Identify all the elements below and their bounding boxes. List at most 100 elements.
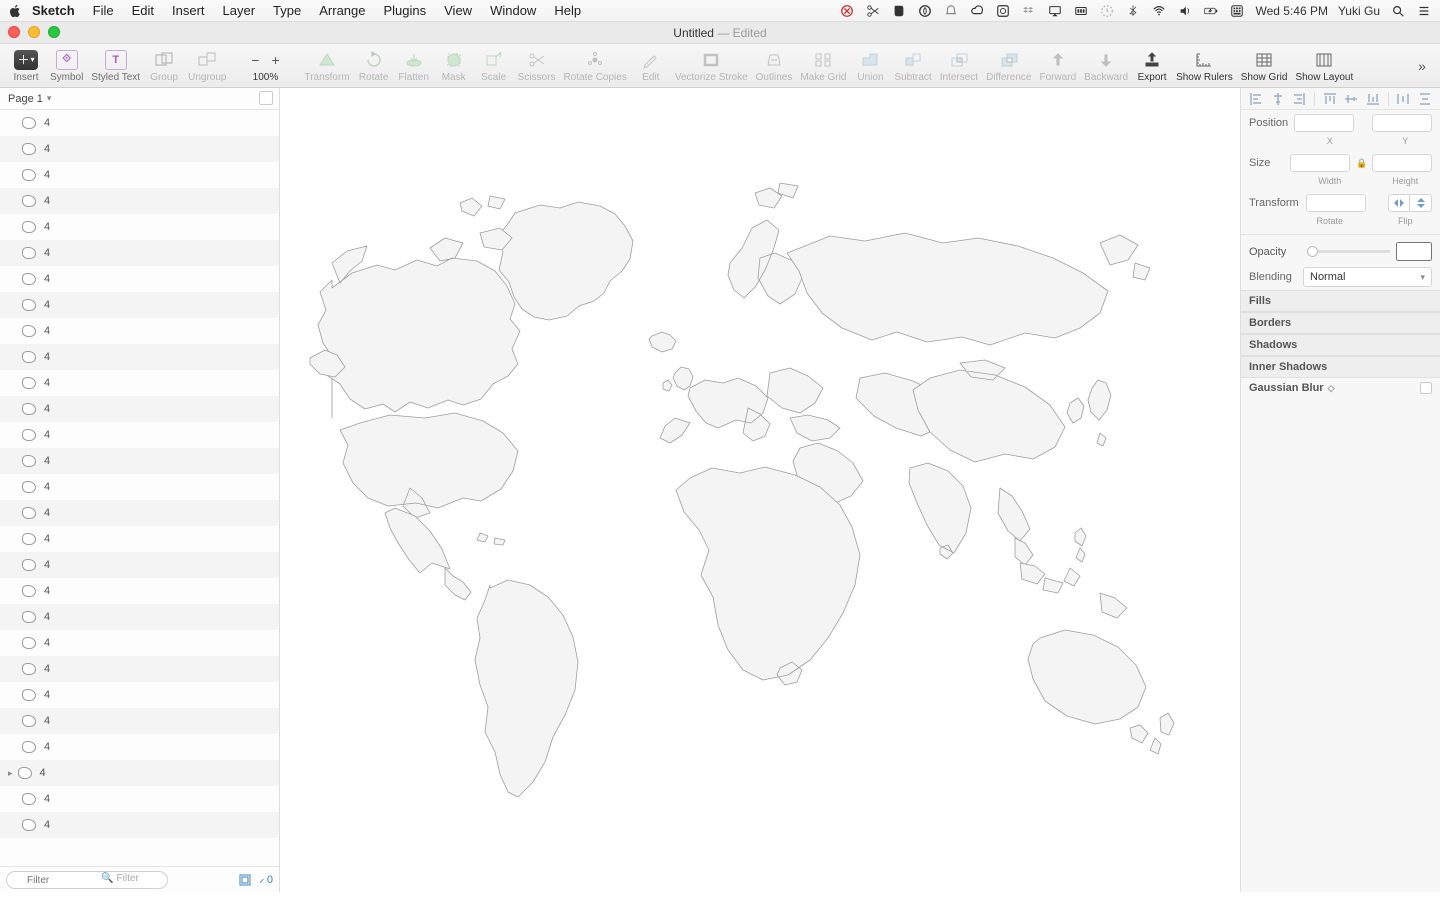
layer-item[interactable]: 4 [0,136,279,162]
position-y-input[interactable] [1372,114,1432,132]
airplay-status-icon[interactable] [1047,3,1063,19]
menu-layer[interactable]: Layer [223,3,256,18]
gaussian-blur-checkbox[interactable] [1420,382,1432,394]
menubar-user[interactable]: Yuki Gu [1338,4,1380,18]
timemachine-status-icon[interactable] [1099,3,1115,19]
page-selector[interactable]: Page 1 ▾ [0,88,279,110]
layer-item[interactable]: 4 [0,682,279,708]
layer-item[interactable]: 4 [0,292,279,318]
toolbar-subtract[interactable]: Subtract [890,47,935,85]
volume-status-icon[interactable] [1177,3,1193,19]
layer-item[interactable]: 4 [0,604,279,630]
status-app-icon-1[interactable] [839,3,855,19]
toolbar-scale[interactable]: Scale [474,47,514,85]
zoom-in-icon[interactable]: + [271,52,279,68]
toolbar-make-grid[interactable]: Make Grid [796,47,850,85]
toolbar-styled-text[interactable]: T Styled Text [87,47,144,85]
dropbox-status-icon[interactable] [1021,3,1037,19]
opacity-slider[interactable] [1309,250,1390,253]
menu-arrange[interactable]: Arrange [319,3,365,18]
menu-insert[interactable]: Insert [172,3,205,18]
layer-item[interactable]: 4 [0,500,279,526]
layer-item[interactable]: 4 [0,786,279,812]
align-bottom-icon[interactable] [1366,92,1380,106]
distribute-h-icon[interactable] [1396,92,1410,106]
toolbar-union[interactable]: Union [850,47,890,85]
toolbar-edit[interactable]: Edit [631,47,671,85]
toolbar-overflow[interactable]: » [1410,56,1434,76]
toolbar-transform[interactable]: Transform [300,47,353,85]
footer-slice-icon[interactable] [239,873,253,887]
flip-vertical-button[interactable] [1410,194,1432,212]
layer-item[interactable]: 4 [0,734,279,760]
toolbar-zoom[interactable]: − + 100% [230,47,300,85]
layer-item[interactable]: 4 [0,578,279,604]
menubar-clock[interactable]: Wed 5:46 PM [1255,4,1327,18]
scissors-status-icon[interactable] [865,3,881,19]
menu-app-sketch[interactable]: Sketch [32,3,75,18]
toolbar-outlines[interactable]: Outlines [752,47,797,85]
menu-view[interactable]: View [444,3,472,18]
layer-item[interactable]: 4 [0,552,279,578]
inner-shadows-section-header[interactable]: Inner Shadows [1241,356,1440,378]
world-map-artwork[interactable] [280,88,1184,888]
toolbar-show-layout[interactable]: Show Layout [1291,47,1357,85]
toolbar-difference[interactable]: Difference [982,47,1035,85]
layer-item[interactable]: 4 [0,344,279,370]
menu-edit[interactable]: Edit [132,3,154,18]
status-app-icon-2[interactable] [917,3,933,19]
toolbar-forward[interactable]: Forward [1035,47,1080,85]
layer-item[interactable]: 4 [0,188,279,214]
layer-item[interactable]: 4 [0,240,279,266]
distribute-v-icon[interactable] [1418,92,1432,106]
evernote-status-icon[interactable] [891,3,907,19]
menu-file[interactable]: File [93,3,114,18]
layers-list[interactable]: 4444444444444444444444444444 [0,110,279,866]
align-center-h-icon[interactable] [1271,92,1285,106]
toolbar-flatten[interactable]: Flatten [394,47,434,85]
window-close-button[interactable] [8,26,20,38]
toolbar-vectorize-stroke[interactable]: Vectorize Stroke [671,47,752,85]
menu-window[interactable]: Window [490,3,536,18]
window-minimize-button[interactable] [28,26,40,38]
blending-select[interactable]: Normal [1303,267,1432,287]
layer-item[interactable]: 4 [0,812,279,838]
keyboard-status-icon[interactable] [1229,3,1245,19]
toolbar-symbol[interactable]: ⟐ Symbol [46,47,87,85]
toolbar-scissors[interactable]: Scissors [514,47,560,85]
status-app-icon-3[interactable] [995,3,1011,19]
layer-item[interactable]: 4 [0,526,279,552]
borders-section-header[interactable]: Borders [1241,312,1440,334]
wifi-status-icon[interactable] [1151,3,1167,19]
toolbar-show-grid[interactable]: Show Grid [1237,47,1292,85]
position-x-input[interactable] [1294,114,1354,132]
bluetooth-status-icon[interactable] [1125,3,1141,19]
layer-item[interactable]: 4 [0,214,279,240]
align-top-icon[interactable] [1323,92,1337,106]
layer-item[interactable]: 4 [0,630,279,656]
layer-item[interactable]: 4 [0,760,279,786]
layer-item[interactable]: 4 [0,370,279,396]
gaussian-blur-section-header[interactable]: Gaussian Blur◇ [1241,378,1440,398]
apple-menu-icon[interactable] [8,4,22,18]
flip-horizontal-button[interactable] [1388,194,1410,212]
page-expand-icon[interactable] [259,91,273,105]
zoom-out-icon[interactable]: − [251,52,259,68]
notification-center-icon[interactable] [1416,3,1432,19]
fills-section-header[interactable]: Fills [1241,290,1440,312]
toolbar-intersect[interactable]: Intersect [936,47,982,85]
height-input[interactable] [1372,154,1432,172]
menu-help[interactable]: Help [554,3,581,18]
layer-item[interactable]: 4 [0,110,279,136]
toolbar-mask[interactable]: Mask [434,47,474,85]
spotlight-icon[interactable] [1390,3,1406,19]
opacity-input[interactable] [1396,242,1432,261]
lock-aspect-icon[interactable]: 🔒 [1356,158,1366,169]
layer-item[interactable]: 4 [0,318,279,344]
status-app-icon-4[interactable] [1073,3,1089,19]
creative-cloud-icon[interactable] [969,3,985,19]
layer-item[interactable]: 4 [0,162,279,188]
menu-type[interactable]: Type [273,3,301,18]
layer-item[interactable]: 4 [0,448,279,474]
notifications-status-icon[interactable] [943,3,959,19]
